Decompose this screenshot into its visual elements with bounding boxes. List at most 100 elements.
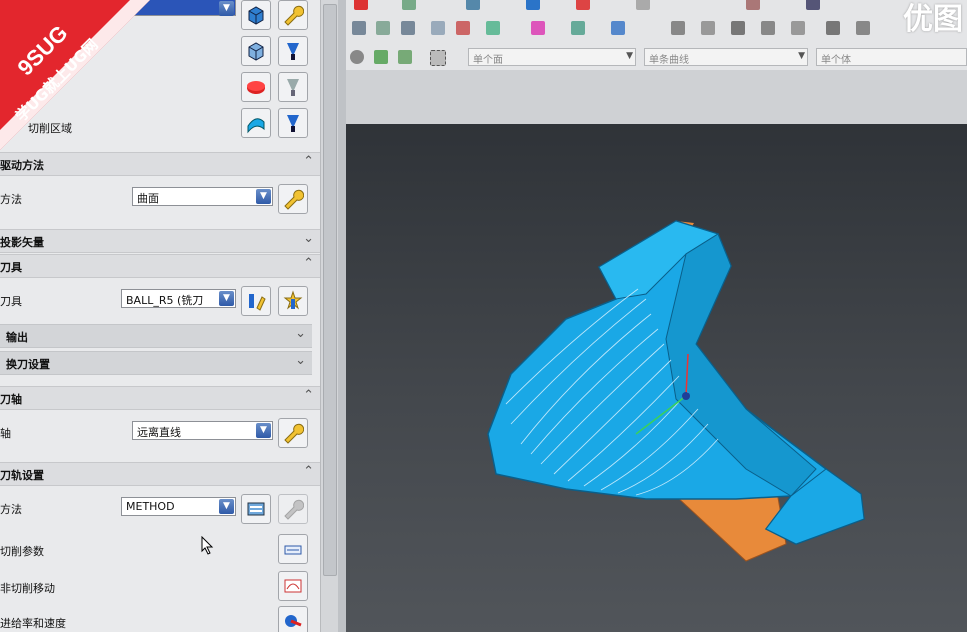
toolbar-icon[interactable] [576, 0, 590, 10]
non-cut-moves-button[interactable] [278, 571, 308, 601]
dialog-scrollbar[interactable] [320, 0, 339, 632]
output-title: 输出 [6, 331, 28, 344]
cut-params-icon [284, 545, 302, 555]
tool-blue-icon [287, 43, 299, 60]
display-button-1[interactable] [278, 36, 308, 66]
specify-cube-button[interactable] [241, 0, 271, 30]
toolbar-icon[interactable] [526, 0, 540, 10]
toolbar-icon[interactable] [486, 21, 500, 35]
toolbar-icon[interactable] [791, 21, 805, 35]
chevron-down-icon: ▼ [256, 189, 271, 204]
watermark-logo: 9SUG 学UG就上UG网 [0, 0, 150, 150]
toolbar-icon[interactable] [376, 21, 390, 35]
toolbar-icon[interactable] [826, 21, 840, 35]
toolbar-icon[interactable] [731, 21, 745, 35]
chevron-down-icon: ▼ [256, 423, 271, 438]
tool-axis-header[interactable]: 刀轴 ⌃ [0, 386, 320, 410]
specify-check-button[interactable] [241, 36, 271, 66]
chevron-down-icon: ▼ [798, 51, 805, 61]
tool-change-subsection[interactable]: 换刀设置 ⌄ [0, 351, 312, 375]
part-model[interactable] [346, 124, 967, 632]
projection-vector-header[interactable]: 投影矢量 ⌄ [0, 229, 320, 253]
toolbar-icon[interactable] [701, 21, 715, 35]
tool-blue-icon [287, 115, 299, 132]
tool-select[interactable]: BALL_R5 (铣刀 ▼ [121, 289, 236, 308]
scrollbar-thumb[interactable] [323, 4, 337, 576]
feeds-speeds-icon [247, 502, 265, 516]
drive-method-label: 方法 [0, 193, 22, 206]
tool-axis-value: 远离直线 [137, 426, 181, 439]
non-cut-moves-icon [284, 579, 302, 593]
tool-grey-icon [287, 79, 299, 96]
cube-icon [248, 42, 264, 61]
body-filter-select[interactable]: 单个体 [816, 48, 967, 66]
tool-change-title: 换刀设置 [6, 358, 50, 371]
display-cut-area-button[interactable] [278, 108, 308, 138]
output-subsection[interactable]: 输出 ⌄ [0, 324, 312, 348]
partial-title-text: 优图 [903, 2, 963, 37]
chevron-down-icon: ▼ [219, 499, 234, 514]
toolbar-icon[interactable] [856, 21, 870, 35]
select-icon[interactable] [350, 50, 364, 64]
select-icon[interactable] [398, 50, 412, 64]
face-filter-select[interactable]: 单个面 ▼ [468, 48, 636, 66]
toolbar-icon[interactable] [354, 0, 368, 10]
toolbar-icon[interactable] [466, 0, 480, 10]
path-method-new-button[interactable] [241, 494, 271, 524]
drive-method-value: 曲面 [137, 192, 159, 205]
drive-method-select[interactable]: 曲面 ▼ [132, 187, 273, 206]
toolbar-icon[interactable] [636, 0, 650, 10]
chevron-down-icon: ⌄ [303, 231, 314, 246]
chevron-up-icon: ⌃ [303, 388, 314, 403]
tool-axis-select[interactable]: 远离直线 ▼ [132, 421, 273, 440]
curve-filter-value: 单条曲线 [649, 55, 689, 66]
toolbar-icon[interactable] [531, 21, 545, 35]
toolbar-icon[interactable] [402, 0, 416, 10]
tool-axis-title: 刀轴 [0, 393, 22, 406]
panel-divider [338, 0, 346, 632]
tool-edit-icon [249, 294, 266, 311]
toolbar-icon[interactable] [746, 0, 760, 10]
path-method-value: METHOD [126, 500, 175, 513]
edit-tool-button[interactable] [241, 286, 271, 316]
toolbar-icon[interactable] [761, 21, 775, 35]
edit-button-1[interactable] [278, 0, 308, 30]
tool-axis-edit-button[interactable] [278, 418, 308, 448]
chevron-up-icon: ⌃ [303, 464, 314, 479]
toolbar-icon[interactable] [456, 21, 470, 35]
select-icon[interactable] [374, 50, 388, 64]
select-icon[interactable] [430, 50, 446, 66]
drive-method-edit-button[interactable] [278, 184, 308, 214]
wrench-icon [284, 189, 304, 210]
toolbar-icon[interactable] [431, 21, 445, 35]
toolbar-icon[interactable] [352, 21, 366, 35]
tool-new-icon [283, 290, 303, 310]
toolbar-icon[interactable] [806, 0, 820, 10]
toolbar-icon[interactable] [571, 21, 585, 35]
non-cut-moves-label: 非切削移动 [0, 582, 55, 595]
toolbar-icon[interactable] [611, 21, 625, 35]
chevron-down-icon: ⌄ [295, 353, 306, 368]
toolbar-row-1 [346, 0, 967, 14]
path-settings-header[interactable]: 刀轨设置 ⌃ [0, 462, 320, 486]
tool-header[interactable]: 刀具 ⌃ [0, 254, 320, 278]
wrench-icon [284, 423, 304, 444]
tool-value: BALL_R5 (铣刀 [126, 294, 204, 307]
toolbar-icon[interactable] [671, 21, 685, 35]
face-filter-value: 单个面 [473, 55, 503, 66]
new-tool-button[interactable] [278, 286, 308, 316]
display-button-2[interactable] [278, 72, 308, 102]
specify-cut-area-button[interactable] [241, 108, 271, 138]
graphics-viewport[interactable] [346, 124, 967, 632]
feeds-speeds-button[interactable] [278, 606, 308, 632]
path-method-select[interactable]: METHOD ▼ [121, 497, 236, 516]
specify-blank-button[interactable] [241, 72, 271, 102]
cursor-icon [201, 536, 214, 555]
path-method-edit-button[interactable] [278, 494, 308, 524]
drive-surface-icon [247, 118, 265, 134]
curve-filter-select[interactable]: 单条曲线 ▼ [644, 48, 808, 66]
path-settings-title: 刀轨设置 [0, 469, 44, 482]
cut-params-button[interactable] [278, 534, 308, 564]
axis-label: 轴 [0, 427, 11, 440]
toolbar-icon[interactable] [401, 21, 415, 35]
